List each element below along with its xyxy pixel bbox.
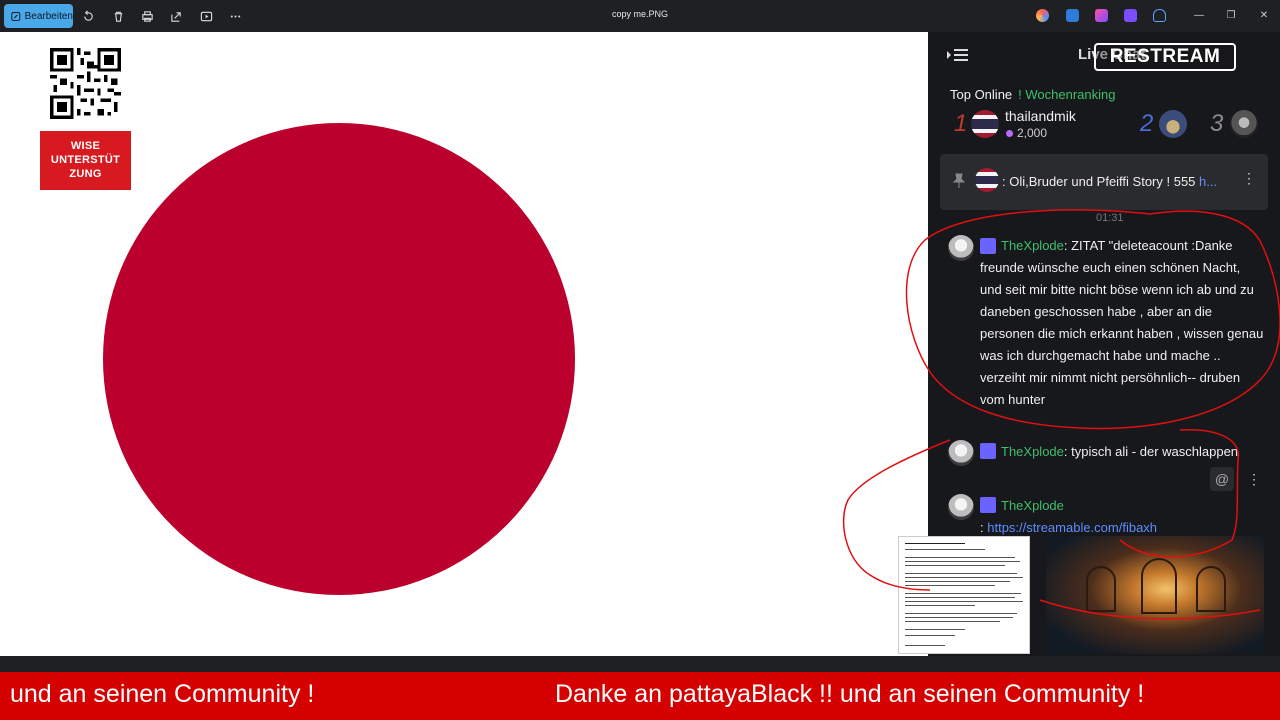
rank-number: 2 bbox=[1140, 110, 1154, 137]
message-username[interactable]: TheXplode bbox=[980, 238, 1064, 253]
collapse-menu-icon[interactable] bbox=[946, 46, 970, 64]
news-ticker: und an seinen Community ! Danke an patta… bbox=[0, 672, 1280, 720]
message-username[interactable]: TheXplode bbox=[980, 444, 1064, 459]
ranking-username: thailandmik bbox=[1005, 108, 1076, 124]
pin-icon bbox=[952, 173, 966, 188]
avatar bbox=[948, 440, 974, 466]
support-badge: WISE UNTERSTÜT ZUNG bbox=[40, 131, 131, 190]
avatar bbox=[1230, 110, 1258, 138]
close-button[interactable]: ✕ bbox=[1256, 8, 1272, 24]
clipchamp-icon[interactable] bbox=[1095, 9, 1108, 22]
pinned-text: : Oli,Bruder und Pfeiffi Story ! 555 h..… bbox=[1002, 174, 1217, 189]
diamond-icon bbox=[1006, 130, 1013, 137]
chat-message: TheXplode: typisch ali - der waschlappen bbox=[980, 441, 1264, 463]
share-icon[interactable] bbox=[168, 8, 184, 24]
avatar bbox=[948, 235, 974, 261]
document-thumbnail bbox=[898, 536, 1030, 654]
fantasy-window-thumbnail bbox=[1046, 536, 1264, 654]
photo-app-icon[interactable] bbox=[1124, 9, 1137, 22]
slideshow-icon[interactable] bbox=[198, 8, 214, 24]
pinned-message-text: : Oli,Bruder und Pfeiffi Story ! 555 bbox=[1002, 174, 1200, 189]
avatar bbox=[1159, 110, 1187, 138]
message-link[interactable]: https://streamable.com/fibaxh bbox=[987, 520, 1157, 535]
title-bar: Bearbeiten copy me.PNG — ❐ ✕ bbox=[0, 0, 1280, 32]
message-actions: @ ⋮ bbox=[1210, 467, 1270, 491]
file-name: copy me.PNG bbox=[611, 9, 669, 19]
edit-icon bbox=[11, 11, 21, 21]
qr-code bbox=[50, 48, 121, 119]
image-canvas: WISE UNTERSTÜT ZUNG bbox=[0, 32, 930, 656]
ticker-text-right: Danke an pattayaBlack !! und an seinen C… bbox=[555, 680, 1145, 708]
onedrive-icon[interactable] bbox=[1153, 9, 1166, 22]
minimize-button[interactable]: — bbox=[1191, 8, 1207, 24]
avatar bbox=[948, 494, 974, 520]
message-username[interactable]: TheXplode bbox=[980, 498, 1064, 513]
pinned-more-icon[interactable]: ⋮ bbox=[1242, 170, 1256, 187]
message-more-button[interactable]: ⋮ bbox=[1242, 467, 1266, 491]
japan-flag-disk bbox=[103, 123, 575, 595]
message-text: : typisch ali - der waschlappen bbox=[1063, 444, 1239, 459]
mention-button[interactable]: @ bbox=[1210, 467, 1234, 491]
rank-number: 3 bbox=[1210, 110, 1224, 137]
maximize-button[interactable]: ❐ bbox=[1223, 8, 1239, 24]
tab-top-online[interactable]: Top Online bbox=[950, 87, 1012, 102]
message-text: : ZITAT "deleteacount :Danke freunde wün… bbox=[980, 238, 1264, 407]
ticker-text-left: und an seinen Community ! bbox=[10, 680, 315, 708]
ranking-tabs: Top Online ! Wochenranking bbox=[950, 87, 1115, 102]
designer-icon[interactable] bbox=[1066, 9, 1079, 22]
chat-message: TheXplode: ZITAT "deleteacount :Danke fr… bbox=[980, 235, 1264, 411]
rank-number: 1 bbox=[954, 110, 968, 137]
status-bar bbox=[0, 656, 1280, 672]
restream-logo: RESTREAM bbox=[1094, 43, 1236, 71]
pinned-more-link[interactable]: h... bbox=[1199, 174, 1217, 189]
score-value: 2,000 bbox=[1017, 126, 1048, 140]
copilot-icon[interactable] bbox=[1036, 9, 1049, 22]
avatar bbox=[971, 110, 999, 138]
message-timestamp: 01:31 bbox=[1096, 212, 1124, 224]
pinned-message[interactable]: : Oli,Bruder und Pfeiffi Story ! 555 h..… bbox=[940, 154, 1268, 210]
ranking-score: 2,000 bbox=[1006, 126, 1047, 140]
print-icon[interactable] bbox=[139, 8, 155, 24]
more-icon[interactable] bbox=[227, 8, 243, 24]
rotate-icon[interactable] bbox=[80, 8, 96, 24]
chat-message: TheXplode: https://streamable.com/fibaxh bbox=[980, 495, 1264, 539]
avatar bbox=[975, 168, 999, 192]
delete-icon[interactable] bbox=[110, 8, 126, 24]
edit-button[interactable]: Bearbeiten bbox=[4, 4, 73, 28]
edit-label: Bearbeiten bbox=[24, 10, 73, 22]
tab-weekly-ranking[interactable]: ! Wochenranking bbox=[1018, 87, 1115, 102]
badge-text: WISE UNTERSTÜT ZUNG bbox=[50, 140, 121, 180]
